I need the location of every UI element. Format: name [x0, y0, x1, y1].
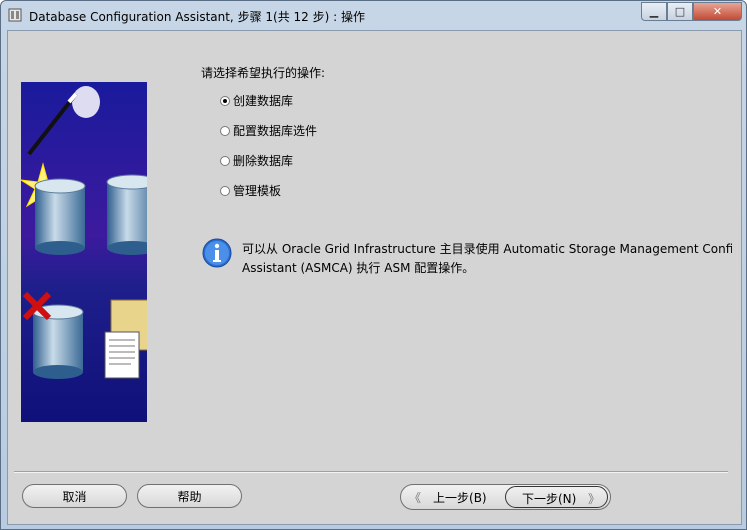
separator [14, 471, 728, 473]
app-icon [8, 8, 22, 22]
radio-button[interactable] [220, 155, 230, 166]
back-arrow-icon: 《 [409, 490, 422, 505]
option-label: 管理模板 [233, 184, 282, 198]
maximize-icon[interactable]: □ [667, 2, 693, 21]
option-create-database[interactable]: 创建数据库 [220, 92, 293, 109]
wizard-illustration [21, 82, 147, 422]
option-label: 删除数据库 [233, 154, 294, 168]
next-arrow-icon: 》 [588, 492, 601, 506]
asm-info-message: 可以从 Oracle Grid Infrastructure 主目录使用 Aut… [242, 240, 732, 278]
help-button[interactable]: 帮助 [137, 484, 242, 508]
info-icon [202, 238, 232, 268]
option-delete-database[interactable]: 删除数据库 [220, 152, 293, 169]
back-button[interactable]: 《 上一步(B) [409, 486, 505, 508]
next-label: 下一步(N) [522, 492, 577, 506]
back-label: 上一步(B) [433, 490, 487, 505]
dialog-window: Database Configuration Assistant, 步骤 1(共… [0, 0, 747, 530]
dialog-body: 请选择希望执行的操作: 创建数据库 配置数据库选件 删除数据库 管理模板 可以从… [7, 30, 742, 525]
radio-button[interactable] [220, 185, 230, 196]
info-line: 可以从 Oracle Grid Infrastructure 主目录使用 Aut… [242, 242, 732, 256]
title-bar[interactable]: Database Configuration Assistant, 步骤 1(共… [1, 1, 746, 29]
close-icon[interactable]: ✕ [693, 2, 742, 21]
navigation-buttons: 《 上一步(B) 下一步(N) 》 [400, 484, 611, 510]
cancel-button[interactable]: 取消 [22, 484, 127, 508]
next-button[interactable]: 下一步(N) 》 [505, 486, 608, 508]
window-title: Database Configuration Assistant, 步骤 1(共… [29, 10, 365, 24]
window-controls: ▁ □ ✕ [641, 2, 742, 21]
prompt-label: 请选择希望执行的操作: [201, 66, 326, 80]
option-label: 配置数据库选件 [233, 124, 318, 138]
info-line: Assistant (ASMCA) 执行 ASM 配置操作。 [242, 261, 475, 275]
radio-button[interactable] [220, 125, 230, 136]
option-configure-options[interactable]: 配置数据库选件 [220, 122, 317, 139]
radio-button[interactable] [220, 95, 230, 106]
option-manage-templates[interactable]: 管理模板 [220, 182, 281, 199]
option-label: 创建数据库 [233, 94, 294, 108]
minimize-icon[interactable]: ▁ [641, 2, 667, 21]
